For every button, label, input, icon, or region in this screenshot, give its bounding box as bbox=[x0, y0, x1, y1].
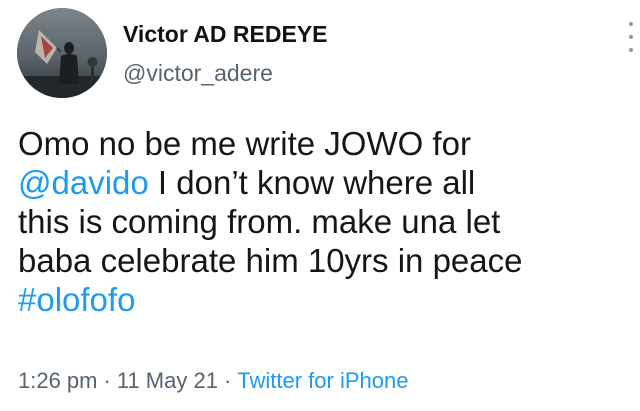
profile-photo-image bbox=[17, 8, 107, 98]
tweet-card: Victor AD REDEYE @victor_adere Omo no be… bbox=[0, 0, 640, 411]
tweet-source-link[interactable]: Twitter for iPhone bbox=[237, 368, 408, 393]
menu-dot bbox=[629, 22, 633, 26]
meta-separator: · bbox=[103, 368, 111, 393]
meta-separator: · bbox=[223, 368, 232, 393]
tweet-meta: 1:26 pm · 11 May 21 · Twitter for iPhone bbox=[18, 366, 408, 396]
hashtag-link[interactable]: #olofofo bbox=[18, 281, 135, 318]
tweet-line-2-text: I don’t know where all bbox=[148, 164, 476, 201]
menu-dot bbox=[629, 35, 633, 39]
tweet-time[interactable]: 1:26 pm bbox=[18, 368, 98, 393]
tweet-line-5: #olofofo bbox=[18, 280, 618, 319]
mention-link[interactable]: @davido bbox=[18, 164, 149, 201]
tweet-date[interactable]: 11 May 21 bbox=[117, 368, 218, 393]
more-vertical-icon[interactable] bbox=[624, 22, 638, 52]
tweet-line-1: Omo no be me write JOWO for bbox=[18, 125, 471, 162]
tweet-text: Omo no be me write JOWO for @davido I do… bbox=[18, 124, 618, 319]
menu-dot bbox=[629, 48, 633, 52]
avatar[interactable] bbox=[17, 8, 107, 98]
tweet-line-3: this is coming from. make una let bbox=[18, 203, 501, 240]
tweet-line-2: @davido I don’t know where all bbox=[18, 163, 618, 202]
tweet-line-4: baba celebrate him 10yrs in peace bbox=[18, 242, 523, 279]
display-name[interactable]: Victor AD REDEYE bbox=[123, 20, 328, 48]
user-handle[interactable]: @victor_adere bbox=[123, 59, 273, 87]
